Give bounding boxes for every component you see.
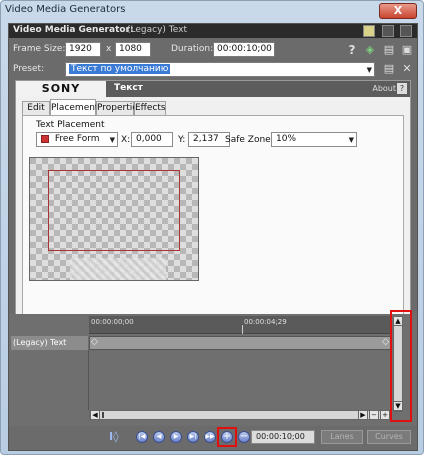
- scroll-right-icon[interactable]: ▶: [358, 410, 368, 420]
- placement-mode-select[interactable]: Free Form ▼: [36, 132, 118, 147]
- previous-keyframe-icon[interactable]: ◀: [153, 431, 165, 443]
- frame-height-field[interactable]: 1080: [115, 42, 151, 57]
- window-title: Video Media Generators: [5, 4, 126, 15]
- copy-preset-icon[interactable]: ▣: [400, 43, 414, 57]
- plugin-header: SONY Текст About ?: [16, 81, 410, 97]
- window: Video Media Generators X Video Media Gen…: [0, 0, 424, 455]
- lanes-button[interactable]: Lanes: [321, 430, 363, 444]
- close-button[interactable]: X: [379, 3, 417, 19]
- chevron-down-icon: ▼: [109, 136, 115, 144]
- tab-edit[interactable]: Edit: [22, 101, 50, 116]
- curves-button[interactable]: Curves: [367, 430, 411, 444]
- placement-preview[interactable]: [29, 157, 199, 281]
- preset-select[interactable]: Текст по умолчанию ▼: [65, 62, 375, 77]
- preset-value: Текст по умолчанию: [69, 64, 171, 74]
- first-keyframe-icon[interactable]: |◀: [136, 431, 148, 443]
- placement-mode-value: Free Form: [54, 134, 100, 144]
- tab-effects[interactable]: Effects: [134, 101, 166, 116]
- tab-placement[interactable]: Placement: [50, 99, 98, 116]
- generator-name: (Legacy) Text: [127, 25, 187, 35]
- track-divider: [88, 350, 89, 410]
- keyframe-timeline: 00:00:00;00 00:00:04;29 (Legacy) Text ◇ …: [9, 310, 417, 426]
- time-ruler[interactable]: 00:00:00;00 00:00:04;29: [89, 316, 391, 334]
- dialog-body: Video Media Generator: (Legacy) Text Fra…: [8, 23, 418, 451]
- tab-properties[interactable]: Properties: [96, 101, 142, 116]
- zoom-in-icon[interactable]: +: [380, 410, 390, 420]
- duration-label: Duration:: [171, 44, 214, 54]
- highlight-box-vertical-scrollbar: [390, 310, 412, 422]
- ruler-tick: [242, 325, 243, 334]
- keyframe-end-icon[interactable]: ◇: [382, 337, 389, 347]
- y-label: Y:: [178, 135, 186, 145]
- plugin-title: Текст: [114, 83, 143, 93]
- delete-keyframe-icon[interactable]: −: [238, 431, 250, 443]
- track-header: (Legacy) Text: [11, 336, 88, 350]
- chevron-down-icon: ▼: [348, 136, 354, 144]
- frame-x-label: x: [106, 44, 112, 54]
- play-icon[interactable]: ▶: [170, 431, 182, 443]
- plugin-chain-icon[interactable]: ◈: [363, 43, 377, 57]
- frame-size-row: Frame Size: 1920 x 1080 Duration: 00:00:…: [9, 40, 417, 60]
- ruler-mid-time: 00:00:04;29: [244, 318, 287, 326]
- move-up-icon[interactable]: [382, 25, 394, 37]
- safe-zone-value: 10%: [276, 134, 297, 144]
- next-keyframe-icon[interactable]: ▶|: [187, 431, 199, 443]
- transport-bar: I◊ |◀ ◀ ▶ ▶| ▶▶ + − 00:00:10;00 Lanes Cu…: [9, 426, 417, 450]
- scroll-left-icon[interactable]: ◀: [90, 410, 100, 420]
- scroll-thumb[interactable]: [102, 412, 104, 418]
- frame-size-label: Frame Size:: [13, 44, 66, 54]
- keyframe-track[interactable]: ◇ ◇: [89, 336, 391, 350]
- sync-cursor-icon[interactable]: I◊: [109, 430, 119, 443]
- safe-zone-label: Safe Zone:: [225, 135, 274, 145]
- generator-header-label: Video Media Generator:: [13, 25, 134, 35]
- delete-preset-icon[interactable]: ✕: [400, 62, 414, 76]
- safe-zone-select[interactable]: 10% ▼: [271, 132, 357, 147]
- plugin-panel: SONY Текст About ? Edit Placement Proper…: [15, 80, 411, 321]
- safe-zone-frame: [48, 170, 180, 251]
- frame-width-field[interactable]: 1920: [65, 42, 101, 57]
- bypass-toggle-icon[interactable]: [363, 25, 375, 37]
- about-link[interactable]: About: [372, 84, 396, 93]
- preset-row: Preset: Текст по умолчанию ▼ ▤ ✕: [9, 60, 417, 78]
- placement-tab-panel: Text Placement Free Form ▼ X: 0,000 Y: 2…: [22, 115, 404, 317]
- highlight-box-add-keyframe: [217, 427, 237, 447]
- y-field[interactable]: 2,137: [188, 132, 230, 147]
- ruler-start-time: 00:00:00;00: [91, 318, 134, 326]
- keyframe-marker-icon[interactable]: ◇: [91, 337, 98, 347]
- plugin-help-icon[interactable]: ?: [397, 83, 407, 94]
- text-placement-label: Text Placement: [36, 120, 105, 130]
- move-down-icon[interactable]: [400, 25, 412, 37]
- x-field[interactable]: 0,000: [131, 132, 173, 147]
- generator-header: Video Media Generator: (Legacy) Text: [9, 24, 417, 38]
- text-bounding-box[interactable]: [70, 258, 166, 280]
- duration-field[interactable]: 00:00:10;00: [213, 42, 275, 57]
- free-form-icon: [41, 134, 49, 143]
- current-time-field[interactable]: 00:00:10;00: [251, 430, 315, 444]
- preset-label: Preset:: [13, 64, 45, 74]
- save-preset-icon[interactable]: ▤: [382, 43, 396, 57]
- x-label: X:: [121, 135, 131, 145]
- horizontal-scrollbar[interactable]: ◀ ▶ − +: [89, 410, 391, 420]
- last-keyframe-icon[interactable]: ▶▶: [204, 431, 216, 443]
- zoom-out-icon[interactable]: −: [369, 410, 379, 420]
- chevron-down-icon: ▼: [366, 66, 372, 74]
- brand-logo: SONY: [16, 81, 106, 97]
- save-icon[interactable]: ▤: [382, 62, 396, 76]
- help-icon[interactable]: ?: [345, 43, 359, 57]
